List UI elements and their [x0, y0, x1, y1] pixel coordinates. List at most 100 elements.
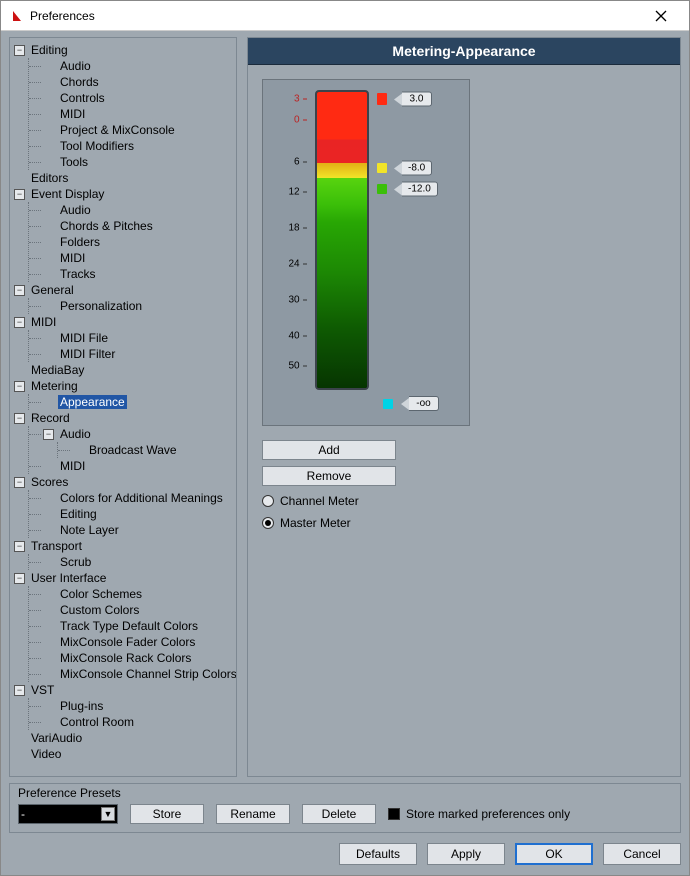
tree-item[interactable]: MIDI File: [58, 331, 110, 345]
tree-item[interactable]: Appearance: [58, 395, 127, 409]
tree-item[interactable]: MixConsole Channel Strip Colors: [58, 667, 237, 681]
tree-item[interactable]: Colors for Additional Meanings: [58, 491, 225, 505]
close-button[interactable]: [641, 2, 681, 30]
tree-toggle[interactable]: −: [14, 317, 25, 328]
bottom-handle[interactable]: -oo: [401, 396, 439, 411]
footer-buttons: Defaults Apply OK Cancel: [1, 839, 689, 875]
tree-item[interactable]: MIDI: [58, 459, 87, 473]
tree-toggle[interactable]: −: [43, 429, 54, 440]
add-button[interactable]: Add: [262, 440, 396, 460]
preset-title: Preference Presets: [18, 786, 672, 800]
store-marked-label: Store marked preferences only: [406, 807, 570, 821]
tree-item[interactable]: Metering: [29, 379, 80, 393]
tree-toggle[interactable]: −: [14, 189, 25, 200]
tree-item[interactable]: Editors: [29, 171, 70, 185]
tree-toggle[interactable]: −: [14, 685, 25, 696]
scale-handle[interactable]: -12.0: [394, 182, 438, 197]
tree-item[interactable]: Editing: [58, 507, 99, 521]
tree-item[interactable]: User Interface: [29, 571, 108, 585]
content-panel: Metering-Appearance 306121824304050 3.0-…: [247, 37, 681, 777]
category-tree[interactable]: −EditingAudioChordsControlsMIDIProject &…: [9, 37, 237, 777]
tree-item[interactable]: Tracks: [58, 267, 98, 281]
scale-swatch: [377, 184, 387, 194]
radio-channel-meter[interactable]: Channel Meter: [262, 494, 666, 508]
ok-button[interactable]: OK: [515, 843, 593, 865]
checkbox-icon: [388, 808, 400, 820]
tree-item[interactable]: Tool Modifiers: [58, 139, 136, 153]
scale-tick: 6: [294, 157, 307, 168]
tree-item[interactable]: Note Layer: [58, 523, 121, 537]
tree-item[interactable]: VST: [29, 683, 56, 697]
rename-button[interactable]: Rename: [216, 804, 290, 824]
scale-swatch: [377, 163, 387, 173]
meter-preview: 306121824304050 3.0-8.0-12.0 -oo: [262, 79, 470, 426]
tree-item[interactable]: Tools: [58, 155, 90, 169]
tree-item[interactable]: Broadcast Wave: [87, 443, 179, 457]
preset-select[interactable]: - ▼: [18, 804, 118, 824]
tree-toggle[interactable]: −: [14, 573, 25, 584]
tree-item[interactable]: Folders: [58, 235, 102, 249]
tree-toggle[interactable]: −: [14, 541, 25, 552]
tree-item[interactable]: Control Room: [58, 715, 136, 729]
store-button[interactable]: Store: [130, 804, 204, 824]
scale-handle[interactable]: 3.0: [394, 92, 432, 107]
scale-tick: 3: [294, 94, 307, 105]
tree-item[interactable]: MixConsole Rack Colors: [58, 651, 193, 665]
tree-item[interactable]: MixConsole Fader Colors: [58, 635, 197, 649]
defaults-button[interactable]: Defaults: [339, 843, 417, 865]
tree-item[interactable]: Plug-ins: [58, 699, 105, 713]
tree-toggle[interactable]: −: [14, 45, 25, 56]
radio-master-meter[interactable]: Master Meter: [262, 516, 666, 530]
preset-bar: Preference Presets - ▼ Store Rename Dele…: [9, 783, 681, 833]
tree-item[interactable]: Chords: [58, 75, 101, 89]
handle-stack: 3.0 -8.0 -12.0: [394, 90, 439, 390]
tree-item[interactable]: MediaBay: [29, 363, 86, 377]
tree-item[interactable]: MIDI Filter: [58, 347, 117, 361]
tree-item[interactable]: Scores: [29, 475, 70, 489]
meter-gradient-bar[interactable]: [315, 90, 369, 390]
tree-item[interactable]: Video: [29, 747, 63, 761]
scale-swatch: [377, 93, 387, 105]
tree-item[interactable]: Audio: [58, 203, 93, 217]
tree-item[interactable]: Audio: [58, 427, 93, 441]
scale-tick: 50: [288, 361, 306, 372]
meter-scale: 306121824304050: [285, 90, 307, 390]
tree-item[interactable]: Scrub: [58, 555, 93, 569]
tree-item[interactable]: MIDI: [58, 107, 87, 121]
tree-toggle[interactable]: −: [14, 477, 25, 488]
tree-toggle[interactable]: −: [14, 413, 25, 424]
tree-toggle[interactable]: −: [14, 285, 25, 296]
tree-item[interactable]: Color Schemes: [58, 587, 144, 601]
tree-item[interactable]: General: [29, 283, 76, 297]
cancel-button[interactable]: Cancel: [603, 843, 681, 865]
tree-toggle[interactable]: −: [14, 381, 25, 392]
window-title: Preferences: [30, 9, 641, 23]
tree-item[interactable]: Event Display: [29, 187, 106, 201]
preset-select-value: -: [21, 807, 25, 821]
delete-button[interactable]: Delete: [302, 804, 376, 824]
tree-item[interactable]: MIDI: [58, 251, 87, 265]
section-title: Metering-Appearance: [248, 38, 680, 65]
tree-item[interactable]: MIDI: [29, 315, 58, 329]
tree-item[interactable]: Custom Colors: [58, 603, 141, 617]
tree-item[interactable]: Record: [29, 411, 72, 425]
scale-handle[interactable]: -8.0: [394, 161, 432, 176]
scale-tick: 30: [288, 295, 306, 306]
tree-item[interactable]: Transport: [29, 539, 84, 553]
remove-button[interactable]: Remove: [262, 466, 396, 486]
tree-item[interactable]: Track Type Default Colors: [58, 619, 200, 633]
tree-item[interactable]: Project & MixConsole: [58, 123, 177, 137]
scale-tick: 0: [294, 115, 307, 126]
tree-item[interactable]: Audio: [58, 59, 93, 73]
tree-item[interactable]: VariAudio: [29, 731, 84, 745]
tree-item[interactable]: Personalization: [58, 299, 144, 313]
tree-item[interactable]: Chords & Pitches: [58, 219, 155, 233]
scale-tick: 18: [288, 223, 306, 234]
chevron-down-icon: ▼: [101, 807, 115, 821]
apply-button[interactable]: Apply: [427, 843, 505, 865]
preferences-window: Preferences −EditingAudioChordsControlsM…: [0, 0, 690, 876]
tree-item[interactable]: Controls: [58, 91, 107, 105]
tree-item[interactable]: Editing: [29, 43, 70, 57]
scale-tick: 40: [288, 331, 306, 342]
store-marked-checkbox[interactable]: Store marked preferences only: [388, 807, 570, 821]
